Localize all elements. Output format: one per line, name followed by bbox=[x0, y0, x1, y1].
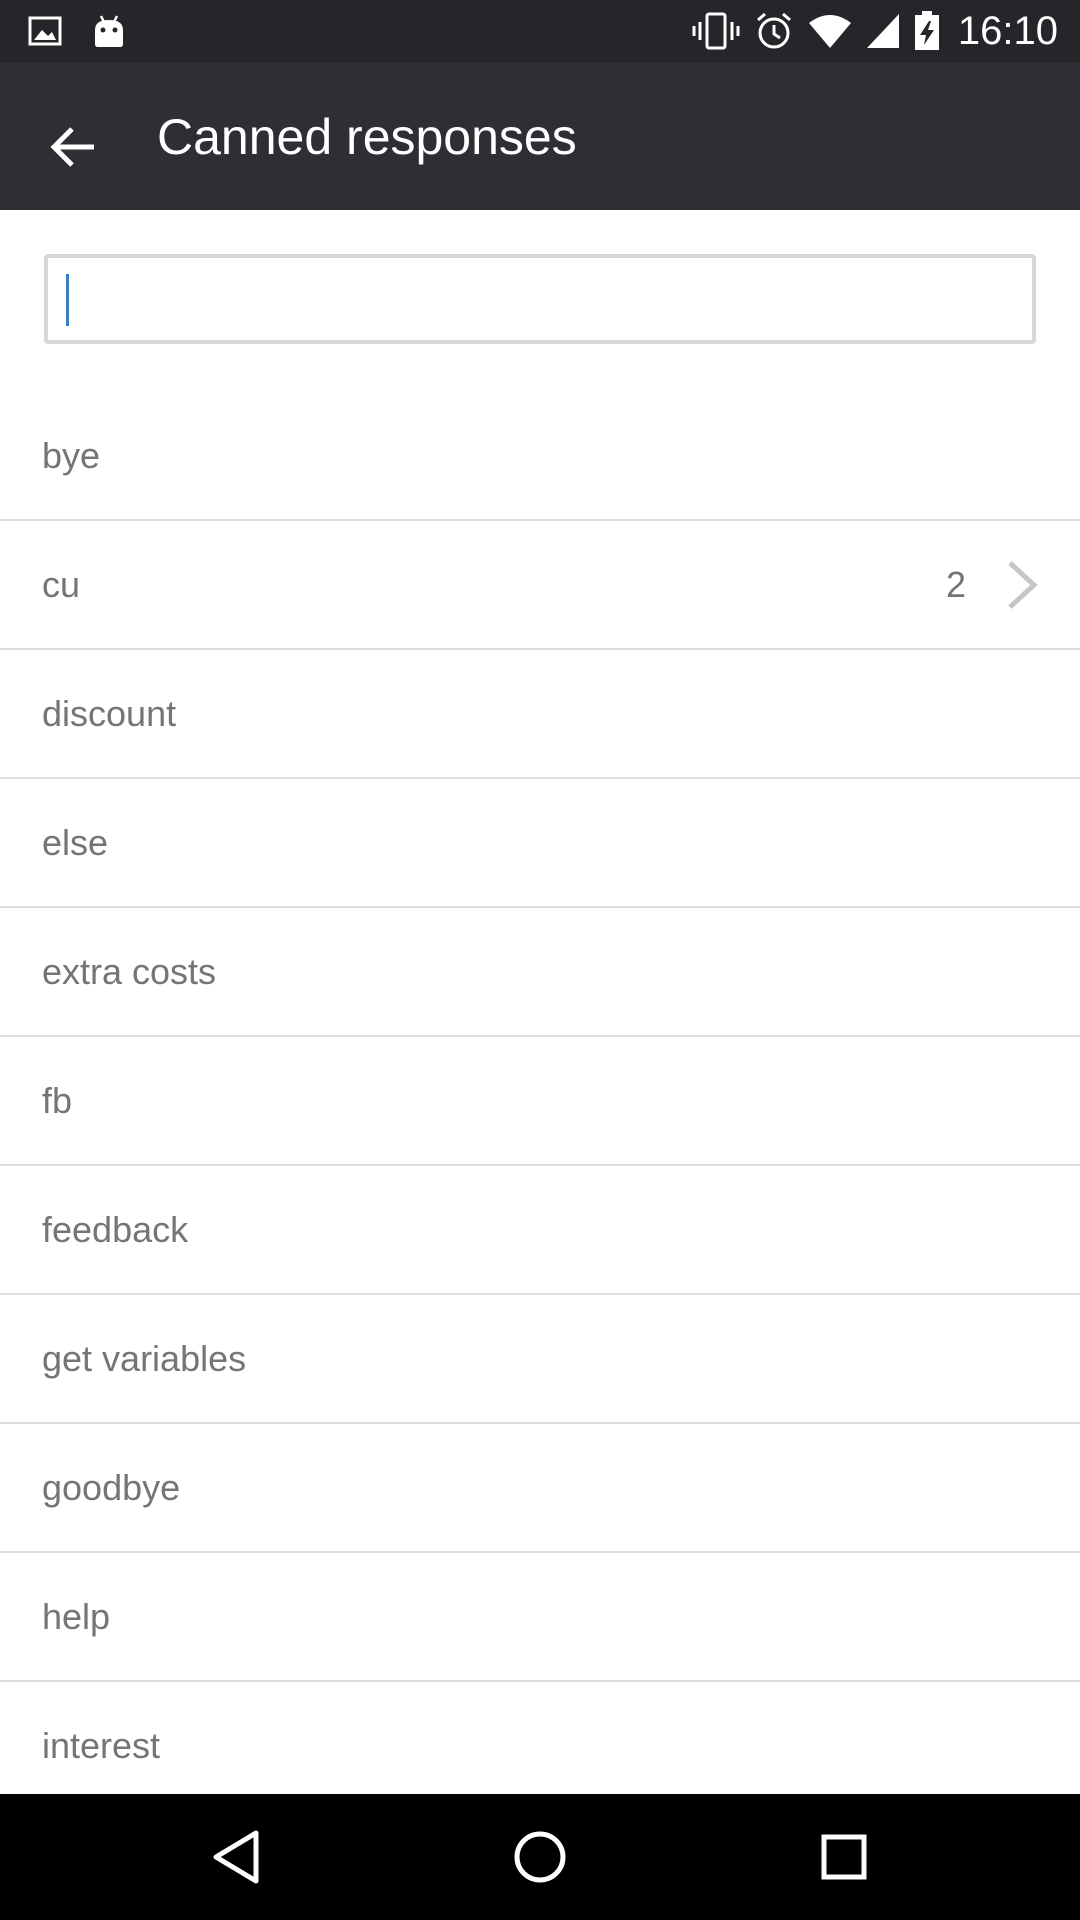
list-item[interactable]: else bbox=[0, 779, 1080, 908]
alarm-icon bbox=[754, 11, 794, 51]
navigation-bar bbox=[0, 1794, 1080, 1920]
nav-back-icon bbox=[213, 1830, 259, 1884]
list-item[interactable]: goodbye bbox=[0, 1424, 1080, 1553]
nav-recents-button[interactable] bbox=[806, 1819, 882, 1895]
list-item-label: goodbye bbox=[42, 1467, 181, 1508]
list-item-label: extra costs bbox=[42, 951, 217, 992]
nav-home-button[interactable] bbox=[502, 1819, 578, 1895]
list-item-label: get variables bbox=[42, 1338, 247, 1379]
list-item-label: fb bbox=[42, 1080, 73, 1121]
list-item[interactable]: get variables bbox=[0, 1295, 1080, 1424]
vibrate-icon bbox=[692, 12, 740, 50]
list-item-label: cu bbox=[42, 564, 81, 605]
list-item[interactable]: bye bbox=[0, 392, 1080, 521]
list-item-label: interest bbox=[42, 1725, 161, 1766]
canned-responses-list: bye cu 2 discount else extra costs fb feedback g… bbox=[0, 392, 1080, 1811]
list-item-count: 2 bbox=[945, 564, 966, 605]
screen: 16:10 Canned responses bye cu 2 discount els… bbox=[0, 0, 1080, 1920]
nav-home-icon bbox=[514, 1831, 566, 1883]
list-item[interactable]: interest bbox=[0, 1682, 1080, 1811]
image-icon bbox=[28, 16, 62, 46]
status-right-icons: 16:10 bbox=[692, 8, 1058, 54]
chevron-right-icon bbox=[1008, 561, 1038, 609]
list-item[interactable]: fb bbox=[0, 1037, 1080, 1166]
list-item[interactable]: cu 2 bbox=[0, 521, 1080, 650]
list-item-label: feedback bbox=[42, 1209, 189, 1250]
page-title: Canned responses bbox=[157, 109, 577, 165]
back-button[interactable] bbox=[30, 103, 118, 191]
status-time: 16:10 bbox=[957, 8, 1058, 53]
arrow-back-icon bbox=[50, 127, 94, 167]
wifi-icon bbox=[808, 13, 852, 49]
search-field[interactable] bbox=[44, 254, 1036, 344]
list-item[interactable]: discount bbox=[0, 650, 1080, 779]
list-item-label: help bbox=[42, 1596, 111, 1637]
app-bar: Canned responses bbox=[0, 63, 1080, 210]
text-cursor bbox=[66, 274, 69, 326]
nav-recents-icon bbox=[821, 1834, 867, 1880]
list-item-label: discount bbox=[42, 693, 177, 734]
status-left-icons bbox=[28, 10, 126, 52]
list-item-label: bye bbox=[42, 435, 101, 476]
list-item[interactable]: extra costs bbox=[0, 908, 1080, 1037]
battery-charging-icon bbox=[914, 11, 940, 51]
list-item-label: else bbox=[42, 822, 109, 863]
list-item[interactable]: help bbox=[0, 1553, 1080, 1682]
signal-icon bbox=[866, 13, 900, 49]
status-bar: 16:10 bbox=[0, 0, 1080, 63]
list-item[interactable]: feedback bbox=[0, 1166, 1080, 1295]
search-input[interactable] bbox=[48, 258, 1032, 340]
nav-back-button[interactable] bbox=[198, 1819, 274, 1895]
android-icon bbox=[92, 14, 126, 48]
